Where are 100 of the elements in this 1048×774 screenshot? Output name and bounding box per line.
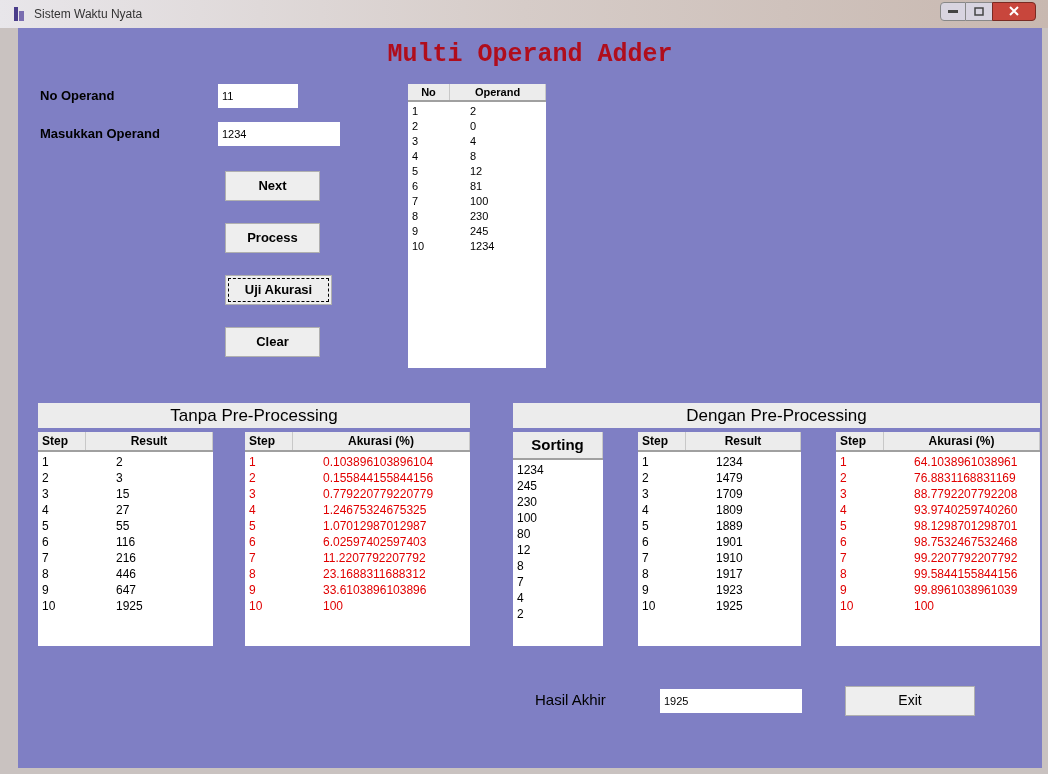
column-header[interactable]: Step [836,431,884,450]
table-cell-text: 3 [641,485,650,502]
table-cell-text: 1 [248,453,257,470]
result-field[interactable]: 1925 [660,688,802,713]
close-button[interactable] [992,1,1036,21]
table-cell-text: 27 [115,501,131,518]
table-cell-text: 2 [839,469,848,486]
field-label: Masukkan Operand [40,124,161,143]
group-header: Tanpa Pre-Processing [38,402,470,428]
table-cell-text: 1923 [715,581,744,598]
action-button[interactable]: Next [225,170,320,201]
table-cell-text: 76.8831168831169 [913,469,1017,486]
table-cell-text: 9 [41,581,50,598]
table-cell-text: 3 [115,469,124,486]
table-cell-text: 88.7792207792208 [913,485,1019,502]
table-cell-text: 5 [248,517,257,534]
table-cell-text: 0.779220779220779 [322,485,435,502]
table-cell-text: 10 [641,597,657,614]
list-view[interactable]: Step Akurasi (%) 1 0.103896103896104 2 0.155844155844156 3 0.779220779220779 4 1.24675324675325 5 1.07012987012987 6 6.02597402597403 7 11.2207792207792 8 23.1688311688312 9 33.6103896103896 10 100 [245,431,470,646]
maximize-button[interactable] [966,1,992,21]
table-cell-text: 12 [469,164,484,179]
table-cell-text: 11.2207792207792 [322,549,427,566]
list-view[interactable]: Step Akurasi (%) 1 64.1038961038961 2 76.8831168831169 3 88.7792207792208 4 93.9740259740260 5 98.1298701298701 6 98.7532467532468 7 99.2207792207792 8 99.5844155844156 9 99.8961038961039 10 100 [836,431,1040,646]
column-header[interactable]: Step [638,431,686,450]
table-cell-text: 100 [516,510,539,526]
column-header[interactable]: Step [38,431,86,450]
result-label: Hasil Akhir [535,690,607,711]
table-cell-text: 5 [411,164,420,179]
table-cell-text: 3 [839,485,848,502]
action-button[interactable]: Clear [225,326,320,357]
table-cell-text: 64.1038961038961 [913,453,1019,470]
table-cell-text: 1 [839,453,848,470]
table-cell-text: 1 [641,453,650,470]
table-cell-text: 7 [248,549,257,566]
window-title: Sistem Waktu Nyata [34,6,143,23]
column-header[interactable]: Result [86,431,213,450]
field-label: No Operand [40,86,116,105]
table-cell-text: 99.8961038961039 [913,581,1019,598]
table-cell-text: 8 [41,565,50,582]
table-cell-text: 0 [469,119,478,134]
table-cell-text: 1 [411,104,420,119]
column-header[interactable]: No [408,83,450,100]
column-header[interactable]: Akurasi (%) [884,431,1040,450]
table-cell-text: 1809 [715,501,744,518]
column-header[interactable]: Result [686,431,801,450]
table-cell-text: 0.155844155844156 [322,469,435,486]
group-header: Dengan Pre-Processing [513,402,1040,428]
table-cell-text: 1889 [715,517,744,534]
table-cell-text: 1925 [715,597,744,614]
table-cell-text: 2 [41,469,50,486]
table-cell-text: 9 [411,224,420,239]
input-field[interactable]: 1234 [218,121,340,146]
table-cell-text: 9 [248,581,257,598]
app-title: Multi Operand Adder [387,39,673,71]
table-cell-text: 100 [469,194,490,209]
column-header[interactable]: Step [245,431,293,450]
table-cell-text: 80 [516,526,532,542]
list-view[interactable]: Step Result 1 1234 2 1479 3 1709 4 1809 5 1889 6 1901 7 1910 8 1917 9 1923 10 1925 [638,431,801,646]
table-cell-text: 10 [411,239,426,254]
table-cell-text: 6 [411,179,420,194]
input-field[interactable]: 11 [218,83,298,108]
app-icon [12,6,26,22]
action-button[interactable]: Process [225,222,320,253]
exit-button[interactable]: Exit [845,685,975,716]
table-cell-text: 93.9740259740260 [913,501,1019,518]
table-cell-text: 7 [641,549,650,566]
column-header[interactable]: Operand [450,83,546,100]
table-cell-text: 2 [469,104,478,119]
minimize-button[interactable] [940,1,966,21]
table-cell-text: 230 [516,494,539,510]
table-cell-text: 100 [913,597,936,614]
table-cell-text: 446 [115,565,138,582]
table-cell-text: 33.6103896103896 [322,581,428,598]
table-cell-text: 7 [516,574,525,590]
table-cell-text: 8 [641,565,650,582]
table-cell-text: 1925 [115,597,144,614]
table-cell-text: 4 [516,590,525,606]
table-cell-text: 7 [411,194,420,209]
table-cell-text: 4 [248,501,257,518]
action-button[interactable]: Uji Akurasi [225,274,332,305]
table-cell-text: 10 [41,597,57,614]
column-header[interactable]: Akurasi (%) [293,431,470,450]
table-cell-text: 8 [469,149,478,164]
table-cell-text: 1234 [715,453,744,470]
table-cell-text: 1709 [715,485,744,502]
minimize-icon [948,9,958,13]
table-cell-text: 1479 [715,469,744,486]
list-view[interactable]: Step Result 1 2 2 3 3 15 4 27 5 55 6 116 7 216 8 446 9 647 10 1925 [38,431,213,646]
table-cell-text: 1910 [715,549,744,566]
table-cell-text: 2 [411,119,420,134]
table-cell-text: 4 [641,501,650,518]
list-view[interactable]: Sorting 1234 245 230 100 80 12 8 7 4 2 [513,431,603,646]
table-cell-text: 8 [516,558,525,574]
operand-list[interactable]: No Operand 1 2 2 0 3 4 4 8 5 12 6 81 7 100 8 230 9 245 10 1234 [408,83,546,368]
table-cell-text: 1901 [715,533,744,550]
table-cell-text: 98.7532467532468 [913,533,1019,550]
column-header[interactable]: Sorting [513,431,603,458]
table-cell-text: 3 [411,134,420,149]
table-cell-text: 2 [516,606,525,622]
table-cell-text: 2 [248,469,257,486]
